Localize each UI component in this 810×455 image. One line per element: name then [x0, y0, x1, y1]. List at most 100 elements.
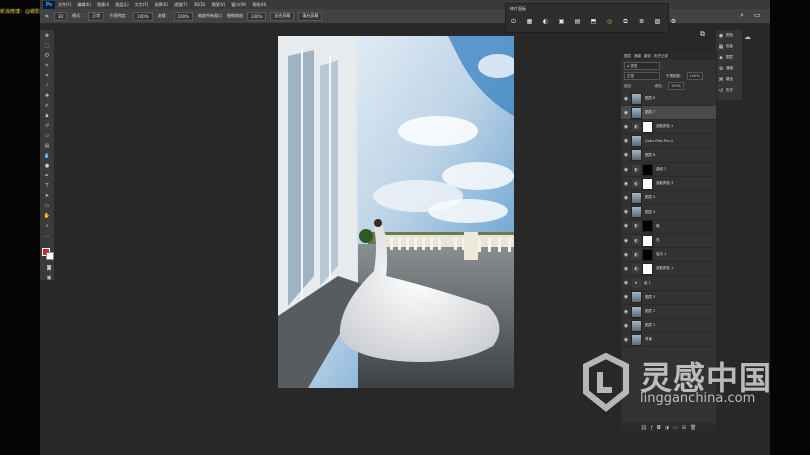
visibility-eye-icon[interactable]: ◉ — [623, 309, 629, 315]
mode-select[interactable]: 正常 — [88, 11, 105, 21]
visibility-eye-icon[interactable]: ◉ — [623, 209, 629, 215]
layer-thumbnail[interactable] — [631, 291, 642, 304]
layer-mask-thumbnail[interactable] — [642, 163, 653, 176]
layer-row[interactable]: ◉ ◐ 选取颜色 1 — [621, 262, 716, 277]
layer-thumbnail[interactable] — [631, 106, 642, 119]
menu-type[interactable]: 文字(Y) — [135, 2, 149, 8]
layer-row[interactable]: ◉ ◐ 曲线 2 — [621, 163, 716, 177]
gradient-tool-icon[interactable]: ▤ — [42, 141, 52, 150]
pen-tool-icon[interactable]: ✒ — [42, 171, 52, 180]
layer-row[interactable]: ◉ ◐ 暗 — [621, 220, 716, 234]
brush-size-field[interactable]: 30 — [53, 11, 68, 21]
type-tool-icon[interactable]: T — [42, 181, 52, 190]
layer-row[interactable]: ◉ 图层 1 — [621, 319, 716, 334]
lasso-tool-icon[interactable]: ʘ — [42, 51, 52, 60]
settings-gear-icon[interactable]: ⚙ — [669, 17, 678, 26]
scrubby-zoom-checkbox[interactable]: 细微缩放 — [227, 13, 243, 19]
fit-screen-button[interactable]: 适合屏幕 — [270, 11, 295, 21]
layer-row[interactable]: ◉ 图层 7 — [621, 106, 716, 121]
layer-mask-thumbnail[interactable] — [642, 220, 653, 233]
new-layer-icon[interactable]: ⊞ — [682, 425, 686, 431]
mask-icon[interactable]: ◐ — [541, 17, 550, 26]
layer-row[interactable]: ◉ 背景 — [621, 333, 716, 348]
search-icon[interactable]: ⌕ — [740, 11, 744, 20]
swatches-panel-button[interactable]: ▦ 色板 — [716, 41, 742, 52]
zoom-tool-side-icon[interactable]: ⌕ — [42, 221, 52, 230]
tab-layers[interactable]: 图层 — [624, 54, 631, 59]
layer-row[interactable]: ◉ ◐ 高光 1 — [621, 248, 716, 263]
menu-window[interactable]: 窗口(W) — [231, 2, 246, 8]
fx-icon[interactable]: ƒ — [651, 425, 653, 431]
film-icon[interactable]: ▤ — [573, 17, 582, 26]
menu-select[interactable]: 选择(S) — [154, 2, 168, 8]
visibility-eye-icon[interactable]: ◉ — [623, 152, 629, 158]
layer-thumbnail[interactable] — [631, 135, 642, 148]
visibility-eye-icon[interactable]: ◉ — [623, 181, 629, 187]
visibility-eye-icon[interactable]: ◉ — [623, 223, 629, 229]
menu-layer[interactable]: 图层(L) — [115, 2, 128, 8]
hand-tool-icon[interactable]: ✋ — [42, 211, 52, 220]
layer-row[interactable]: ◉ ◐ 亮 — [621, 234, 716, 248]
history-brush-tool-icon[interactable]: ↺ — [42, 121, 52, 130]
menu-edit[interactable]: 编辑(E) — [77, 2, 91, 8]
visibility-eye-icon[interactable]: ◉ — [623, 323, 629, 329]
visibility-eye-icon[interactable]: ◉ — [623, 266, 629, 272]
menu-view[interactable]: 视图(V) — [211, 2, 225, 8]
add-mask-icon[interactable]: ◘ — [657, 425, 661, 431]
brush-tool-icon[interactable]: ✐ — [42, 101, 52, 110]
menu-filter[interactable]: 滤镜(T) — [174, 2, 188, 8]
layer-row[interactable]: ◉ 图层 3 — [621, 291, 716, 305]
menu-help[interactable]: 帮助(H) — [252, 2, 266, 8]
healing-tool-icon[interactable]: ✚ — [42, 91, 52, 100]
visibility-eye-icon[interactable]: ◉ — [623, 110, 629, 116]
move-tool-icon[interactable]: ✥ — [42, 31, 52, 40]
canvas-photo[interactable] — [278, 36, 514, 388]
layer-row[interactable]: ◉ ◐ 选取颜色 2 — [621, 120, 716, 135]
layer-row[interactable]: ◉ Color Efex Pro 4 — [621, 135, 716, 149]
layer-row[interactable]: ◉ 图层 4 — [621, 206, 716, 220]
layer-row[interactable]: ◉ 图层 5 — [621, 191, 716, 206]
layer-thumbnail[interactable] — [631, 149, 642, 162]
layer-mask-thumbnail[interactable] — [642, 262, 653, 275]
visibility-eye-icon[interactable]: ◉ — [623, 138, 629, 144]
adjustment-layer-icon[interactable]: ◑ — [665, 425, 669, 431]
layer-mask-thumbnail[interactable] — [642, 120, 653, 133]
screen-mode-icon[interactable]: ▣ — [44, 273, 54, 282]
path-select-tool-icon[interactable]: ➤ — [42, 191, 52, 200]
paths-panel-button[interactable]: ⌘ 路径 — [716, 74, 742, 85]
workspace-icon[interactable]: ▭ — [754, 11, 761, 19]
layer-mask-thumbnail[interactable] — [642, 248, 653, 261]
fill-screen-button[interactable]: 填充屏幕 — [298, 11, 323, 21]
image-icon[interactable]: ▨ — [653, 17, 662, 26]
layer-row[interactable]: ◉ ◐ 选取颜色 3 — [621, 177, 716, 192]
stamp-tool-icon[interactable]: ♟ — [42, 111, 52, 120]
layer-row[interactable]: ◉ 图层 2 — [621, 305, 716, 319]
record-icon[interactable]: ◎ — [605, 17, 614, 26]
visibility-eye-icon[interactable]: ◉ — [623, 124, 629, 130]
layer-row[interactable]: ◉ 图层 6 — [621, 149, 716, 163]
flow-field[interactable]: 100% — [173, 11, 193, 21]
history-panel-button[interactable]: ↺ 历史 — [716, 85, 742, 96]
zoom-tool-icon[interactable]: 🔍 — [45, 14, 50, 19]
resize-all-windows-checkbox[interactable]: 缩放所有窗口 — [198, 13, 222, 19]
gift-icon[interactable]: ▣ — [557, 17, 566, 26]
visibility-eye-icon[interactable]: ◉ — [623, 294, 629, 300]
layer-thumbnail[interactable] — [631, 92, 642, 105]
layer-thumbnail[interactable] — [631, 319, 642, 332]
layer-mask-thumbnail[interactable] — [642, 234, 653, 247]
layer-thumbnail[interactable] — [631, 206, 642, 219]
layers-panel-button[interactable]: ◈ 图层 — [716, 52, 742, 63]
visibility-eye-icon[interactable]: ◉ — [623, 195, 629, 201]
libraries-icon[interactable]: ☁ — [744, 33, 756, 43]
visibility-eye-icon[interactable]: ◉ — [623, 167, 629, 173]
new-group-icon[interactable]: ▭ — [673, 425, 678, 431]
group-folder-icon[interactable]: ▸ — [632, 278, 641, 288]
eyedropper-tool-icon[interactable]: ⁄ — [42, 81, 52, 90]
tab-history[interactable]: 历史记录 — [654, 54, 668, 59]
layers-stack-icon[interactable]: ≣ — [637, 17, 646, 26]
visibility-eye-icon[interactable]: ◉ — [623, 280, 629, 286]
layer-row[interactable]: ◉ ▸ 组 1 — [621, 277, 716, 291]
zoom-value-field[interactable]: 100% — [246, 11, 267, 21]
tab-paths[interactable]: 路径 — [644, 54, 651, 59]
blur-tool-icon[interactable]: 💧 — [42, 151, 52, 160]
